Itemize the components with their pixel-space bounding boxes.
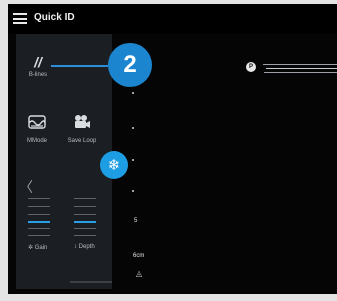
blines-label: B-lines (28, 72, 48, 78)
depth-scale-tick (132, 92, 134, 94)
app-title: Quick ID (34, 12, 75, 23)
blines-button[interactable]: // B-lines (24, 54, 52, 78)
save-loop-button[interactable]: Save Loop (62, 114, 102, 144)
depth-icon: ↕ (74, 244, 77, 250)
ultrasound-screen: Quick ID // B-lines MMode Save Loop 〈 ✲ … (8, 4, 337, 294)
blines-icon: // (34, 54, 42, 70)
top-bar: Quick ID (8, 4, 337, 34)
menu-icon[interactable] (13, 13, 27, 24)
depth-label-bottom: 6cm (133, 253, 145, 259)
save-loop-label: Save Loop (67, 138, 97, 144)
video-camera-icon (75, 115, 90, 128)
chevron-left-icon[interactable]: 〈 (19, 180, 33, 194)
mmode-button[interactable]: MMode (20, 114, 54, 144)
pleural-line (263, 64, 337, 65)
depth-scale-tick (132, 190, 134, 192)
orientation-marker: P (246, 62, 256, 72)
pleural-line (264, 72, 337, 73)
pleural-line (266, 68, 337, 69)
mmode-label: MMode (26, 138, 47, 144)
depth-label-mid: 5 (134, 218, 138, 224)
callout-badge: 2 (108, 43, 152, 87)
freeze-button[interactable]: ❄ (100, 151, 128, 179)
mmode-icon (28, 115, 46, 129)
tools-panel: // B-lines MMode Save Loop 〈 ✲ Gain ↕ De… (16, 34, 112, 289)
probe-icon: ◬ (136, 269, 143, 278)
gain-icon: ✲ (28, 245, 34, 251)
callout-line (51, 65, 108, 67)
depth-scale-tick (132, 127, 134, 129)
gain-label: ✲ Gain (28, 245, 48, 251)
depth-scale-tick (132, 159, 134, 161)
panel-divider (70, 281, 112, 283)
snowflake-icon: ❄ (107, 156, 121, 174)
depth-label: ↕ Depth (74, 244, 95, 250)
